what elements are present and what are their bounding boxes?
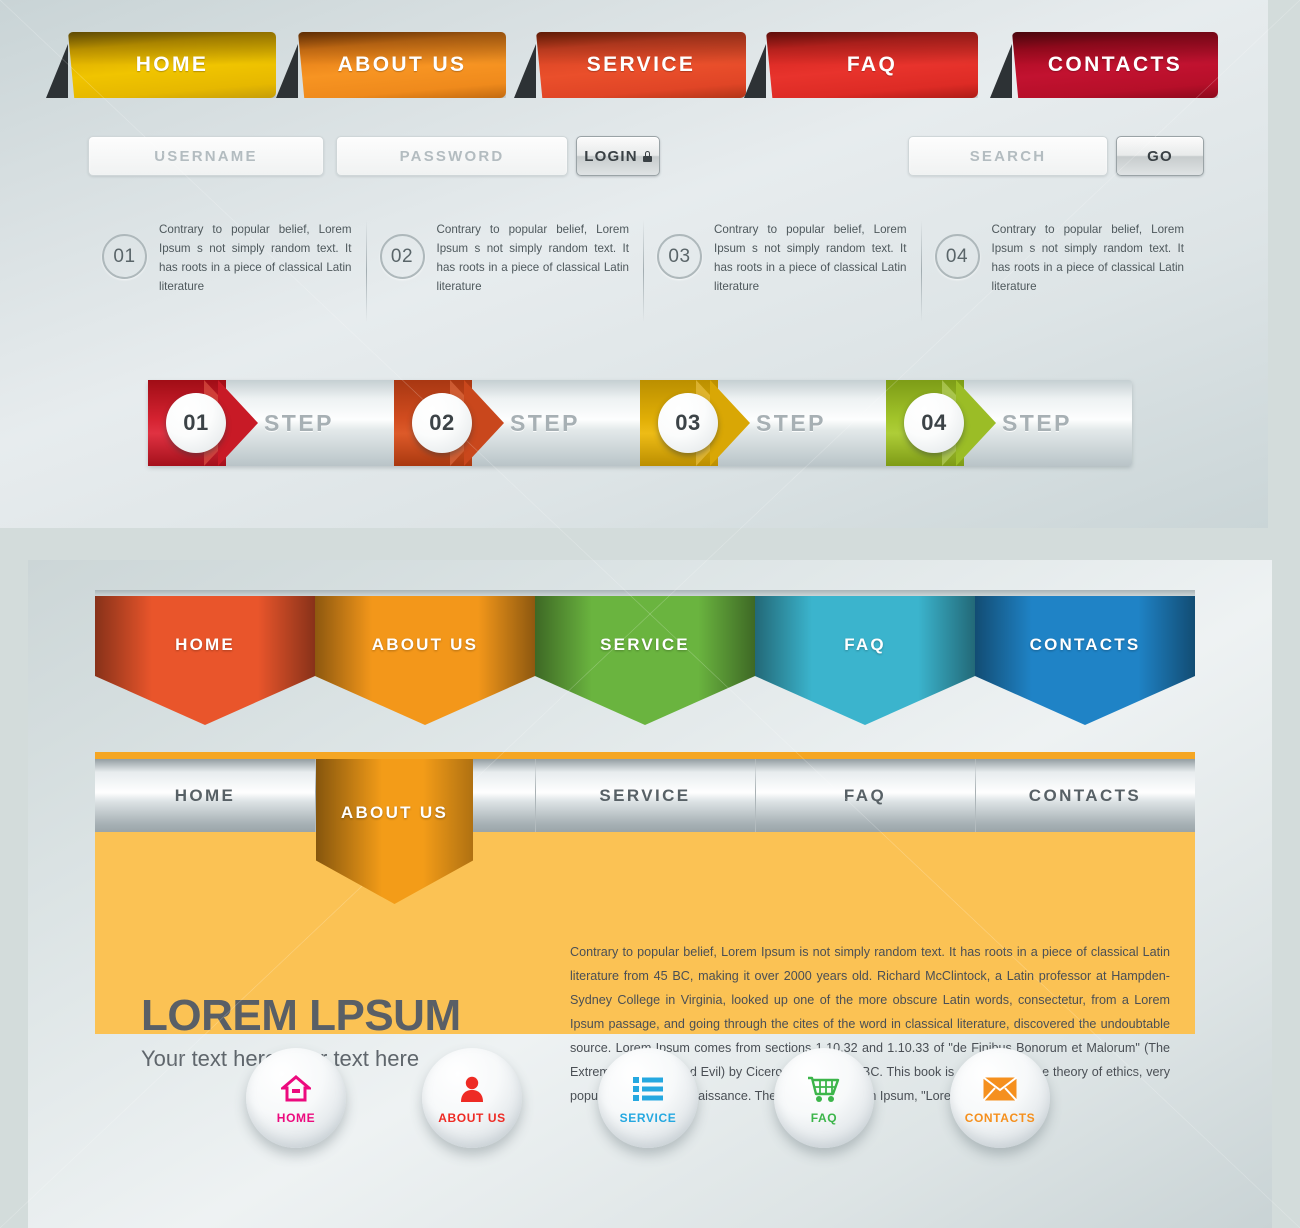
step-number: 01 (166, 393, 226, 453)
ribbon-fold-icon (990, 44, 1012, 98)
bookmark-nav-label: SERVICE (600, 635, 690, 654)
ribbon-nav-label: SERVICE (586, 53, 696, 76)
info-column-text: Contrary to popular belief, Lorem Ipsum … (714, 223, 907, 293)
panel-title: LOREM LPSUM (141, 991, 461, 1040)
info-column-text: Contrary to popular belief, Lorem Ipsum … (436, 223, 630, 293)
info-column: 02 Contrary to popular belief, Lorem Ips… (365, 216, 644, 326)
bookmark-nav-item-contacts[interactable]: CONTACTS (975, 590, 1195, 725)
step-item-01[interactable]: 01 STEP (148, 380, 394, 466)
info-column-text: Contrary to popular belief, Lorem Ipsum … (159, 223, 352, 293)
shopping-cart-icon (807, 1072, 841, 1106)
lock-icon (642, 150, 652, 162)
ribbon-fold-icon (744, 44, 766, 98)
metal-menu-item-service[interactable]: SERVICE (535, 759, 755, 832)
info-column-text: Contrary to popular belief, Lorem Ipsum … (991, 223, 1185, 293)
circle-button-label: ABOUT US (438, 1110, 506, 1125)
info-column: 01 Contrary to popular belief, Lorem Ips… (88, 216, 366, 326)
bookmark-nav-label: CONTACTS (1029, 635, 1141, 654)
ribbon-nav-item-faq[interactable]: FAQ (744, 32, 978, 98)
ribbon-nav-item-home[interactable]: HOME (46, 32, 276, 98)
bookmark-navigation: HOME ABOUT US SERVICE FAQ CONTACTS (95, 590, 1195, 725)
panel-accent-line (95, 752, 1195, 759)
ribbon-nav-item-about-us[interactable]: ABOUT US (276, 32, 506, 98)
circle-button-faq[interactable]: FAQ (736, 1048, 912, 1168)
step-item-03[interactable]: 03 STEP (640, 380, 886, 466)
go-button-label: GO (1147, 147, 1173, 165)
step-number: 04 (904, 393, 964, 453)
home-icon (281, 1072, 311, 1106)
circle-button-label: SERVICE (619, 1110, 677, 1125)
bookmark-nav-label: HOME (175, 635, 235, 654)
user-icon (458, 1072, 486, 1106)
ribbon-fold-icon (276, 44, 298, 98)
username-input[interactable]: USERNAME (88, 136, 324, 176)
circle-button-label: HOME (276, 1110, 316, 1125)
metal-menu-item-home[interactable]: HOME (95, 759, 315, 832)
info-number-badge: 03 (657, 234, 702, 279)
search-input[interactable]: SEARCH (908, 136, 1108, 176)
bookmark-nav-item-about-us[interactable]: ABOUT US (315, 590, 535, 725)
top-template-panel: HOME ABOUT US SERVICE FAQ CONTACTS USERN… (0, 0, 1268, 528)
ribbon-nav-label: ABOUT US (337, 53, 467, 76)
go-button[interactable]: GO (1116, 136, 1204, 176)
metal-menu-item-contacts[interactable]: CONTACTS (975, 759, 1195, 832)
metal-menu-bar: HOME SERVICE FAQ CONTACTS (95, 759, 1195, 832)
content-panel-block: HOME SERVICE FAQ CONTACTS ABOUT US LOREM… (95, 752, 1195, 1103)
bookmark-nav-label: ABOUT US (371, 635, 479, 654)
info-number-badge: 04 (934, 234, 980, 279)
circle-button-contacts[interactable]: CONTACTS (912, 1048, 1088, 1168)
info-number-badge: 02 (379, 234, 425, 279)
info-column: 03 Contrary to popular belief, Lorem Ips… (643, 216, 921, 326)
ribbon-nav-label: HOME (135, 53, 209, 76)
circle-button-label: CONTACTS (964, 1110, 1036, 1125)
step-item-02[interactable]: 02 STEP (394, 380, 640, 466)
bookmark-nav-label: FAQ (844, 635, 886, 654)
bookmark-nav-item-home[interactable]: HOME (95, 590, 315, 725)
circle-button-label: FAQ (810, 1110, 838, 1125)
circle-icon-button-row: HOME ABOUT US SERVICE FAQ CONTACTS (208, 1048, 1088, 1168)
ribbon-nav-item-service[interactable]: SERVICE (514, 32, 746, 98)
ribbon-fold-icon (46, 44, 68, 98)
envelope-icon (983, 1072, 1017, 1106)
login-button-label: LOGIN (584, 147, 638, 165)
ribbon-nav-label: CONTACTS (1047, 53, 1183, 76)
ribbon-fold-icon (514, 44, 536, 98)
step-number: 03 (658, 393, 718, 453)
ribbon-nav-item-contacts[interactable]: CONTACTS (990, 32, 1218, 98)
active-tab-label: ABOUT US (340, 803, 449, 822)
info-column: 04 Contrary to popular belief, Lorem Ips… (920, 216, 1199, 326)
list-icon (633, 1072, 663, 1106)
login-button[interactable]: LOGIN (576, 136, 660, 176)
circle-button-home[interactable]: HOME (208, 1048, 384, 1168)
step-number: 02 (412, 393, 472, 453)
orange-content-panel: LOREM LPSUM Your text here Your text her… (95, 832, 1195, 1103)
ribbon-nav-label: FAQ (846, 53, 898, 76)
circle-button-about-us[interactable]: ABOUT US (384, 1048, 560, 1168)
metal-menu-item-faq[interactable]: FAQ (755, 759, 975, 832)
info-number-badge: 01 (102, 234, 147, 279)
password-input[interactable]: PASSWORD (336, 136, 568, 176)
bookmark-nav-item-service[interactable]: SERVICE (535, 590, 755, 725)
bookmark-nav-item-faq[interactable]: FAQ (755, 590, 975, 725)
circle-button-service[interactable]: SERVICE (560, 1048, 736, 1168)
numbered-info-columns: 01 Contrary to popular belief, Lorem Ips… (88, 216, 1198, 326)
ribbon-navigation: HOME ABOUT US SERVICE FAQ CONTACTS (0, 0, 1268, 110)
login-search-bar: USERNAME PASSWORD LOGIN SEARCH GO (0, 136, 1268, 178)
step-item-04[interactable]: 04 STEP (886, 380, 1132, 466)
step-progress-bar: 01 STEP 02 STEP 03 STEP 04 STEP (148, 380, 1132, 466)
